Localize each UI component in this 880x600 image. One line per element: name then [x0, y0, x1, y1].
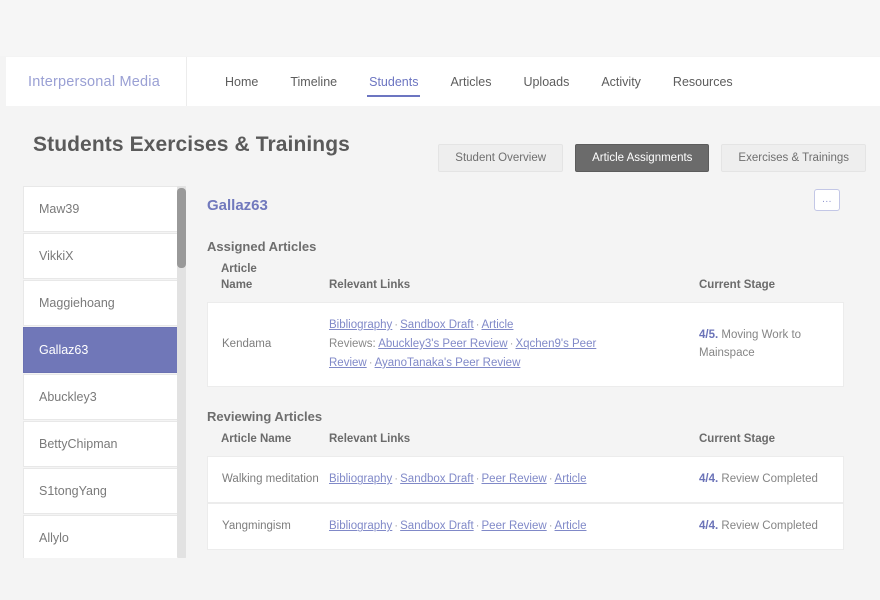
- link-separator: ·: [548, 520, 553, 533]
- assigned-articles-table: Article Name Relevant Links Current Stag…: [207, 262, 844, 387]
- link-separator: ·: [394, 473, 399, 486]
- student-list-item[interactable]: Abuckley3: [23, 374, 186, 420]
- header-relevant-links: Relevant Links: [329, 432, 411, 445]
- page-title: Students Exercises & Trainings: [33, 133, 350, 156]
- relevant-link[interactable]: Bibliography: [329, 473, 392, 485]
- link-separator: ·: [394, 319, 399, 332]
- link-separator: ·: [475, 520, 480, 533]
- brand-label: Interpersonal Media: [28, 73, 160, 90]
- brand-logo[interactable]: Interpersonal Media: [6, 57, 187, 106]
- ellipsis-icon: ...: [822, 194, 832, 205]
- header-article-name-line2: Name: [221, 278, 253, 291]
- nav-item-uploads[interactable]: Uploads: [507, 57, 585, 106]
- cell-relevant-links: Bibliography · Sandbox Draft · Article Review…: [325, 302, 697, 387]
- table-header-row: Article Name Relevant Links Current Stag…: [207, 432, 844, 457]
- stage-number: 4/4.: [699, 520, 719, 533]
- tab-student-overview[interactable]: Student Overview: [438, 144, 564, 172]
- view-tab-group: Student Overview Article Assignments Exerc…: [438, 144, 866, 172]
- nav-item-articles[interactable]: Articles: [434, 57, 507, 106]
- header-relevant-links: Relevant Links: [329, 278, 411, 291]
- table-row: Kendama Bibliography · Sandbox Draft · Articl…: [207, 302, 844, 387]
- nav-item-resources[interactable]: Resources: [657, 57, 749, 106]
- top-navbar: Interpersonal Media Home Timeline Students…: [6, 57, 880, 106]
- header-article-name: Article Name: [221, 432, 292, 445]
- main-header: Gallaz63 ...: [196, 186, 856, 228]
- cell-relevant-links: Bibliography · Sandbox Draft · Peer Review · A…: [325, 456, 697, 504]
- student-list-item[interactable]: Maggiehoang: [23, 280, 186, 326]
- nav-link-list: Home Timeline Students Articles Uploads Activ…: [187, 57, 880, 106]
- sidebar-scrollbar-thumb[interactable]: [177, 188, 186, 268]
- relevant-link[interactable]: Abuckley3's Peer Review: [378, 338, 507, 350]
- header-article-name: Article Name: [207, 262, 325, 302]
- header-current-stage: Current Stage: [699, 432, 776, 445]
- tab-article-assignments[interactable]: Article Assignments: [575, 144, 710, 172]
- assigned-articles-title: Assigned Articles: [207, 239, 317, 254]
- links-line: Bibliography · Sandbox Draft · Article: [329, 316, 693, 335]
- cell-current-stage: 4/4. Review Completed: [697, 503, 844, 551]
- relevant-link[interactable]: Sandbox Draft: [400, 520, 474, 532]
- stage-text: Review Completed: [718, 473, 818, 486]
- table-row: Yangmingism Bibliography · Sandbox Draft · Pe…: [207, 503, 844, 551]
- cell-article-name: Walking meditation: [207, 456, 325, 504]
- student-list-item[interactable]: Allylo: [23, 515, 186, 558]
- main-content-panel: Gallaz63 ... Assigned Articles Article N…: [196, 186, 856, 551]
- more-options-button[interactable]: ...: [814, 189, 840, 211]
- cell-relevant-links: Bibliography · Sandbox Draft · Peer Review · A…: [325, 503, 697, 551]
- relevant-link[interactable]: Peer Review: [482, 473, 547, 485]
- stage-number: 4/5.: [699, 328, 719, 341]
- stage-number: 4/4.: [699, 473, 719, 486]
- relevant-link[interactable]: Article: [555, 473, 587, 485]
- link-separator: ·: [394, 520, 399, 533]
- student-list-item[interactable]: S1tongYang: [23, 468, 186, 514]
- relevant-link[interactable]: Peer Review: [482, 520, 547, 532]
- nav-item-students[interactable]: Students: [353, 57, 434, 106]
- selected-student-name: Gallaz63: [207, 197, 268, 214]
- stage-text: Review Completed: [718, 520, 818, 533]
- reviews-label: Reviews:: [329, 338, 379, 350]
- nav-item-activity[interactable]: Activity: [585, 57, 657, 106]
- reviewing-articles-title: Reviewing Articles: [207, 408, 323, 424]
- relevant-link[interactable]: Bibliography: [329, 319, 392, 331]
- header-current-stage: Current Stage: [699, 278, 776, 291]
- student-list-item[interactable]: Maw39: [23, 186, 186, 232]
- student-list-sidebar: Maw39 VikkiX Maggiehoang Gallaz63 Abuckley3 B…: [23, 186, 186, 558]
- student-list-item[interactable]: VikkiX: [23, 233, 186, 279]
- relevant-link[interactable]: Sandbox Draft: [400, 319, 474, 331]
- table-header-row: Article Name Relevant Links Current Stag…: [207, 262, 844, 302]
- link-separator: ·: [475, 473, 480, 486]
- link-separator: ·: [368, 356, 373, 369]
- cell-article-name: Yangmingism: [207, 503, 325, 551]
- nav-item-home[interactable]: Home: [209, 57, 274, 106]
- page-heading-row: Students Exercises & Trainings Student O…: [0, 128, 880, 178]
- header-article-name-line1: Article: [221, 263, 257, 275]
- sidebar-scrollbar-track[interactable]: [177, 186, 186, 558]
- relevant-link[interactable]: Article: [555, 520, 587, 532]
- app-page: Interpersonal Media Home Timeline Students…: [0, 0, 880, 600]
- table-row: Walking meditation Bibliography · Sandbox D…: [207, 456, 844, 504]
- relevant-link[interactable]: Bibliography: [329, 520, 392, 532]
- relevant-link[interactable]: AyanoTanaka's Peer Review: [375, 357, 521, 369]
- cell-current-stage: 4/4. Review Completed: [697, 456, 844, 504]
- student-list-item[interactable]: Gallaz63: [23, 327, 186, 373]
- top-strip: [0, 0, 880, 56]
- reviews-line: Reviews: Abuckley3's Peer Review · Xqchen9…: [329, 335, 693, 373]
- reviewing-articles-table: Article Name Relevant Links Current Stag…: [207, 432, 844, 551]
- tab-exercises-trainings[interactable]: Exercises & Trainings: [721, 144, 866, 172]
- relevant-link[interactable]: Sandbox Draft: [400, 473, 474, 485]
- nav-item-timeline[interactable]: Timeline: [274, 57, 353, 106]
- student-list-item[interactable]: BettyChipman: [23, 421, 186, 467]
- cell-article-name: Kendama: [207, 302, 325, 387]
- cell-current-stage: 4/5. Moving Work to Mainspace: [697, 302, 844, 387]
- link-separator: ·: [475, 319, 480, 332]
- relevant-link[interactable]: Article: [482, 319, 514, 331]
- link-separator: ·: [548, 473, 553, 486]
